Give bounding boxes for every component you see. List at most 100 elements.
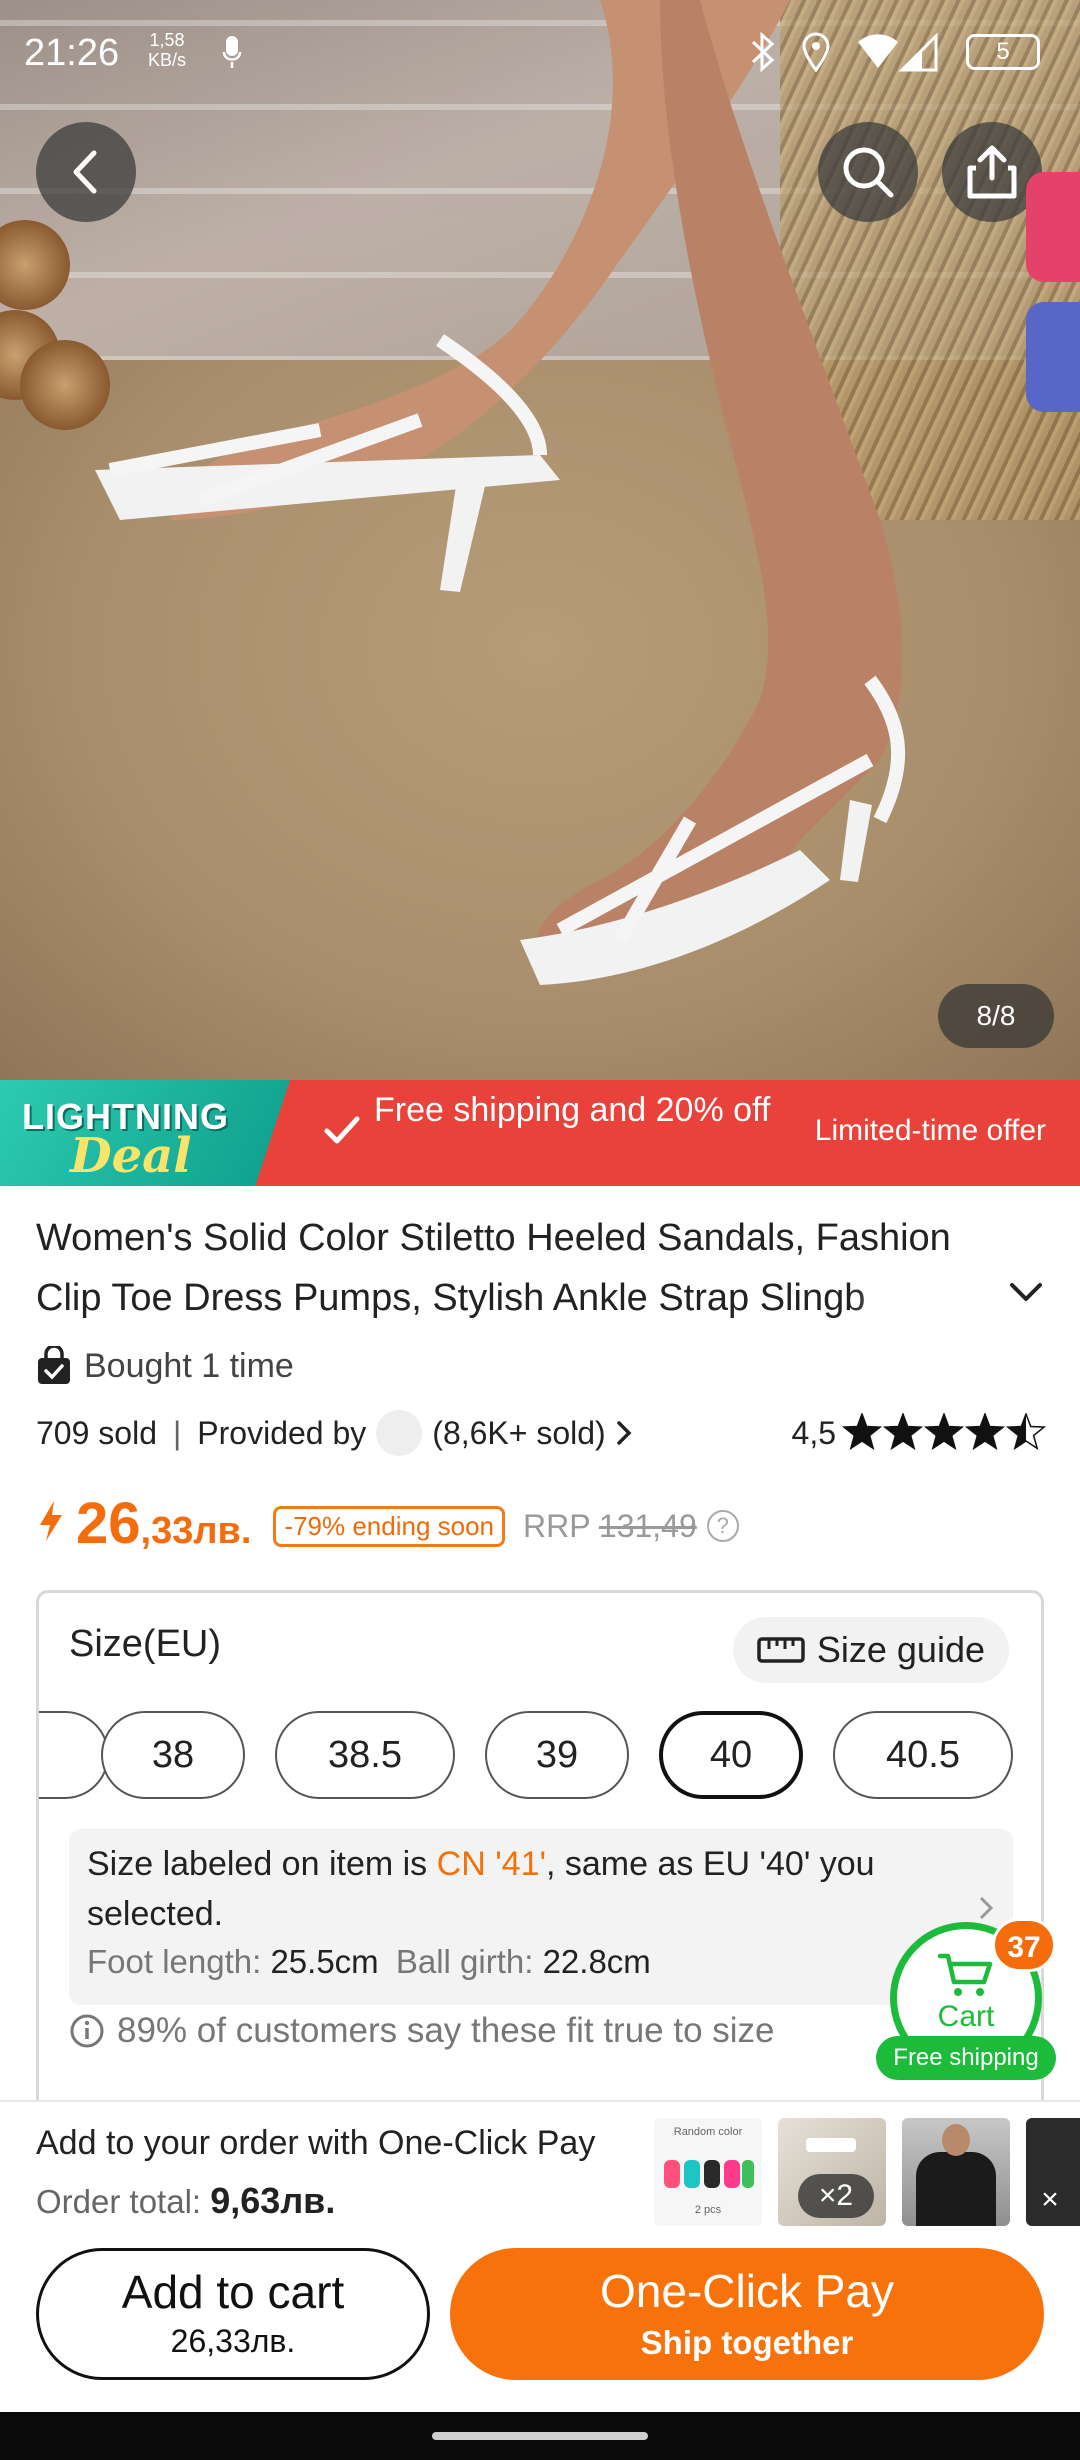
size-option-39[interactable]: 39	[485, 1711, 629, 1799]
image-counter: 8/8	[938, 984, 1054, 1048]
battery-indicator: 5	[966, 34, 1040, 70]
add-to-cart-label: Add to cart	[121, 2266, 345, 2318]
price-row: 26 ,33лв. -79% ending soon RRP 131,49 ?	[36, 1490, 739, 1564]
size-option-38[interactable]: 38	[101, 1711, 245, 1799]
info-icon	[70, 2014, 104, 2048]
check-icon	[324, 1116, 360, 1144]
chevron-down-icon[interactable]	[1008, 1280, 1044, 1304]
star-icon	[923, 1413, 965, 1451]
size-measurements: Foot length: 25.5cm Ball girth: 22.8cm	[87, 1943, 995, 1981]
order-total-value: 9,63лв.	[210, 2180, 336, 2221]
remove-addon-button[interactable]: ×	[1028, 2178, 1072, 2222]
provided-by-label: Provided by	[197, 1414, 367, 1451]
one-click-pay-title: Add to your order with One-Click Pay	[36, 2124, 596, 2162]
seller-sold[interactable]: (8,6K+ sold)	[432, 1415, 605, 1452]
mic-icon	[222, 36, 242, 68]
size-guide-label: Size guide	[816, 1629, 985, 1670]
side-floating-tab-1[interactable]	[1026, 172, 1080, 282]
product-image[interactable]: 21:26 1,58 KB/s 5 8/8	[0, 0, 1080, 1080]
limited-time-label: Limited-time offer	[814, 1114, 1046, 1147]
model-head	[942, 2124, 970, 2156]
addon-thumb-sub: 2 pcs	[694, 2204, 722, 2216]
rating[interactable]: 4,5	[792, 1413, 1046, 1453]
fit-note: 89% of customers say these fit true to s…	[69, 2011, 775, 2051]
size-option-40[interactable]: 40	[659, 1711, 803, 1799]
cart-free-shipping: Free shipping	[876, 2036, 1056, 2080]
foot-length-label: Foot length:	[87, 1943, 262, 1980]
lightning-deal-banner[interactable]: LIGHTNING Deal Free shipping and 20% off…	[0, 1080, 1080, 1186]
star-icon	[964, 1413, 1006, 1451]
home-indicator[interactable]	[432, 2432, 648, 2440]
side-floating-tab-2[interactable]	[1026, 302, 1080, 412]
rrp-label: RRP	[523, 1508, 590, 1544]
cart-icon	[938, 1953, 993, 1996]
size-conversion-info[interactable]: Size labeled on item is CN '41', same as…	[69, 1829, 1013, 2005]
hanger-shape	[806, 2138, 856, 2152]
star-icon	[842, 1413, 883, 1451]
cart-label: Cart	[937, 2000, 995, 2033]
system-nav-bar	[0, 2412, 1080, 2460]
chevron-right-icon[interactable]	[612, 1418, 636, 1448]
size-option-prev[interactable]	[39, 1711, 109, 1799]
one-click-pay-label: One-Click Pay	[600, 2265, 894, 2317]
rating-stars	[842, 1413, 1046, 1451]
foot-length-value: 25.5cm	[270, 1943, 379, 1980]
search-button[interactable]	[818, 122, 918, 222]
add-on-thumbnails: Random color 2 pcs ×2 ×	[654, 2118, 1080, 2230]
net-speed-value: 1,58	[149, 30, 185, 50]
star-icon	[882, 1413, 924, 1451]
ball-girth-value: 22.8cm	[542, 1943, 651, 1980]
rrp-value: 131,49	[598, 1508, 697, 1544]
search-icon	[843, 147, 894, 198]
back-icon	[73, 150, 97, 194]
sold-count: 709 sold	[36, 1414, 157, 1451]
price-whole: 26	[76, 1491, 141, 1556]
share-icon	[967, 145, 1017, 199]
addon-thumb-hanger[interactable]: ×2	[778, 2118, 886, 2226]
addon-thumb-label: Random color	[673, 2126, 743, 2138]
title-fade	[850, 1268, 960, 1328]
net-speed: 1,58 KB/s	[148, 30, 186, 70]
size-option-40-5[interactable]: 40.5	[833, 1711, 1013, 1799]
size-info-text: Size labeled on item is CN '41', same as…	[87, 1839, 995, 1939]
size-option-38-5[interactable]: 38.5	[275, 1711, 455, 1799]
lightning-deal-badge: LIGHTNING Deal	[0, 1080, 290, 1186]
ruler-icon	[757, 1637, 805, 1663]
star-icon	[1005, 1413, 1046, 1451]
size-title: Size(EU)	[69, 1623, 222, 1665]
rrp: RRP 131,49	[523, 1508, 697, 1545]
product-title: Women's Solid Color Stiletto Heeled Sand…	[36, 1217, 951, 1319]
bag-icon	[38, 1346, 70, 1384]
ball-girth-label: Ball girth:	[395, 1943, 534, 1980]
badge-line2: Deal	[70, 1128, 192, 1184]
size-guide-button[interactable]: Size guide	[732, 1617, 1009, 1683]
lightning-icon	[40, 1501, 62, 1541]
deal-message: Free shipping and 20% off	[374, 1091, 771, 1129]
one-click-pay-button[interactable]: One-Click Pay Ship together	[450, 2248, 1044, 2380]
size-info-cn: CN '41'	[436, 1845, 546, 1883]
legs-with-sandals-illustration	[95, 0, 906, 985]
price-fraction: ,33лв.	[140, 1510, 252, 1552]
add-to-cart-button[interactable]: Add to cart 26,33лв.	[36, 2248, 430, 2380]
size-info-prefix: Size labeled on item is	[87, 1845, 437, 1883]
order-total-label: Order total:	[36, 2183, 202, 2220]
tshirt-shape	[916, 2152, 996, 2226]
bought-text: Bought 1 time	[84, 1346, 294, 1385]
order-total: Order total: 9,63лв.	[36, 2180, 335, 2222]
addon-thumb-hooks[interactable]: Random color 2 pcs	[654, 2118, 762, 2226]
bluetooth-icon	[751, 32, 775, 72]
cart-count-badge: 37	[992, 1918, 1056, 1972]
discount-badge: -79% ending soon	[273, 1506, 506, 1547]
help-icon[interactable]: ?	[706, 1510, 739, 1542]
status-bar: 21:26 1,58 KB/s 5	[0, 0, 1080, 110]
addon-thumb-more[interactable]: ×	[1026, 2118, 1080, 2226]
bought-indicator: Bought 1 time	[36, 1346, 294, 1386]
back-button[interactable]	[36, 122, 136, 222]
colorful-hooks-image	[664, 2160, 754, 2188]
addon-thumb-tshirt[interactable]	[902, 2118, 1010, 2226]
sales-row: 709 sold | Provided by (8,6K+ sold) 4,5	[36, 1410, 1046, 1456]
seller-avatar[interactable]	[376, 1410, 423, 1456]
floating-cart-button[interactable]: Cart 37 Free shipping	[876, 1918, 1056, 2080]
rating-value: 4,5	[791, 1414, 836, 1451]
wifi-signal-icon	[858, 32, 938, 72]
